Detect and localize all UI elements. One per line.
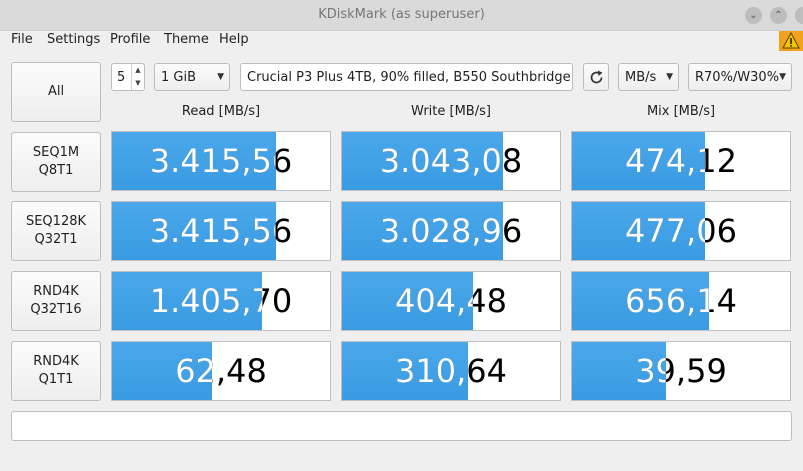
maximize-icon: ⌃: [774, 10, 783, 21]
result-value-overlay: 3.043,08: [379, 142, 523, 180]
mix-result: 656,14 656,14: [571, 271, 791, 331]
mix-result: 474,12 474,12: [571, 131, 791, 191]
test-params: Q8T1: [38, 163, 74, 178]
mix-ratio-value: R70%/W30%: [695, 70, 780, 85]
write-result: 3.028,96 3.028,96: [341, 201, 561, 261]
size-select[interactable]: 1 GiB ▼: [154, 63, 230, 91]
status-field: [11, 411, 792, 441]
result-value-overlay: 39,59: [635, 352, 727, 390]
read-result: 1.405,70 1.405,70: [111, 271, 331, 331]
result-value-overlay: 404,48: [395, 282, 507, 320]
close-button[interactable]: [795, 7, 803, 24]
result-value: 3.415,56 3.415,56: [112, 202, 330, 260]
read-header: Read [MB/s]: [181, 104, 261, 119]
test-name: RND4K: [33, 354, 79, 369]
test-button-rnd4k-q32t16[interactable]: RND4K Q32T16: [11, 271, 101, 331]
result-value-overlay: 62,48: [175, 352, 267, 390]
menu-profile[interactable]: Profile: [110, 32, 150, 47]
mix-result: 39,59 39,59: [571, 341, 791, 401]
menu-theme[interactable]: Theme: [164, 32, 209, 47]
result-value-overlay: 477,06: [625, 212, 737, 250]
result-value: 404,48 404,48: [342, 272, 560, 330]
refresh-icon: [590, 70, 603, 84]
result-value: 3.028,96 3.028,96: [342, 202, 560, 260]
spin-up-icon[interactable]: ▲: [132, 64, 144, 77]
mix-result: 477,06 477,06: [571, 201, 791, 261]
chevron-down-icon: ▼: [779, 72, 786, 82]
test-button-rnd4k-q1t1[interactable]: RND4K Q1T1: [11, 341, 101, 401]
mix-header: Mix [MB/s]: [646, 104, 716, 119]
test-params: Q1T1: [38, 372, 74, 387]
result-value: 656,14 656,14: [572, 272, 790, 330]
size-value: 1 GiB: [161, 70, 197, 85]
runs-spinbox[interactable]: 5 ▲ ▼: [111, 63, 145, 91]
menu-file[interactable]: File: [11, 32, 33, 47]
read-result: 62,48 62,48: [111, 341, 331, 401]
warning-button[interactable]: [779, 31, 803, 51]
chevron-down-icon: ▼: [666, 72, 673, 82]
read-result: 3.415,56 3.415,56: [111, 131, 331, 191]
write-result: 3.043,08 3.043,08: [341, 131, 561, 191]
write-result: 404,48 404,48: [341, 271, 561, 331]
result-value: 474,12 474,12: [572, 132, 790, 190]
menu-bar: File Settings Profile Theme Help: [0, 31, 803, 51]
result-value-overlay: 1.405,70: [149, 282, 293, 320]
run-all-button[interactable]: All: [11, 62, 101, 122]
test-params: Q32T1: [34, 232, 78, 247]
test-params: Q32T16: [30, 302, 82, 317]
menu-help[interactable]: Help: [219, 32, 249, 47]
result-value-overlay: 310,64: [395, 352, 507, 390]
units-select[interactable]: MB/s ▼: [618, 63, 679, 91]
result-value: 310,64 310,64: [342, 342, 560, 400]
result-value-overlay: 3.415,56: [149, 142, 293, 180]
result-value-overlay: 3.415,56: [149, 212, 293, 250]
result-value: 477,06 477,06: [572, 202, 790, 260]
spin-down-icon[interactable]: ▼: [132, 77, 144, 90]
units-value: MB/s: [625, 70, 657, 85]
write-result: 310,64 310,64: [341, 341, 561, 401]
result-value: 62,48 62,48: [112, 342, 330, 400]
read-result: 3.415,56 3.415,56: [111, 201, 331, 261]
runs-value: 5: [117, 70, 126, 85]
result-value: 1.405,70 1.405,70: [112, 272, 330, 330]
result-value-overlay: 474,12: [625, 142, 737, 180]
device-value: Crucial P3 Plus 4TB, 90% filled, B550 So…: [247, 70, 571, 85]
title-bar: KDiskMark (as superuser) ⌄ ⌃: [0, 0, 803, 31]
minimize-button[interactable]: ⌄: [745, 7, 762, 24]
test-name: SEQ1M: [32, 145, 80, 160]
test-name: RND4K: [33, 284, 79, 299]
menu-settings[interactable]: Settings: [47, 32, 100, 47]
result-value-overlay: 3.028,96: [379, 212, 523, 250]
write-header: Write [MB/s]: [411, 104, 491, 119]
mix-ratio-select[interactable]: R70%/W30% ▼: [688, 63, 792, 91]
minimize-icon: ⌄: [749, 10, 758, 21]
maximize-button[interactable]: ⌃: [770, 7, 787, 24]
warning-icon: [782, 32, 800, 49]
result-value-overlay: 656,14: [625, 282, 737, 320]
refresh-button[interactable]: [583, 63, 609, 91]
spinbox-arrows[interactable]: ▲ ▼: [131, 64, 144, 90]
test-button-seq128k-q32t1[interactable]: SEQ128K Q32T1: [11, 201, 101, 261]
result-value: 3.043,08 3.043,08: [342, 132, 560, 190]
chevron-down-icon: ▼: [217, 72, 224, 82]
test-button-seq1m-q8t1[interactable]: SEQ1M Q8T1: [11, 132, 101, 192]
window-title: KDiskMark (as superuser): [318, 7, 485, 22]
device-select[interactable]: Crucial P3 Plus 4TB, 90% filled, B550 So…: [240, 63, 573, 91]
result-value: 3.415,56 3.415,56: [112, 132, 330, 190]
result-value: 39,59 39,59: [572, 342, 790, 400]
test-name: SEQ128K: [25, 214, 87, 229]
